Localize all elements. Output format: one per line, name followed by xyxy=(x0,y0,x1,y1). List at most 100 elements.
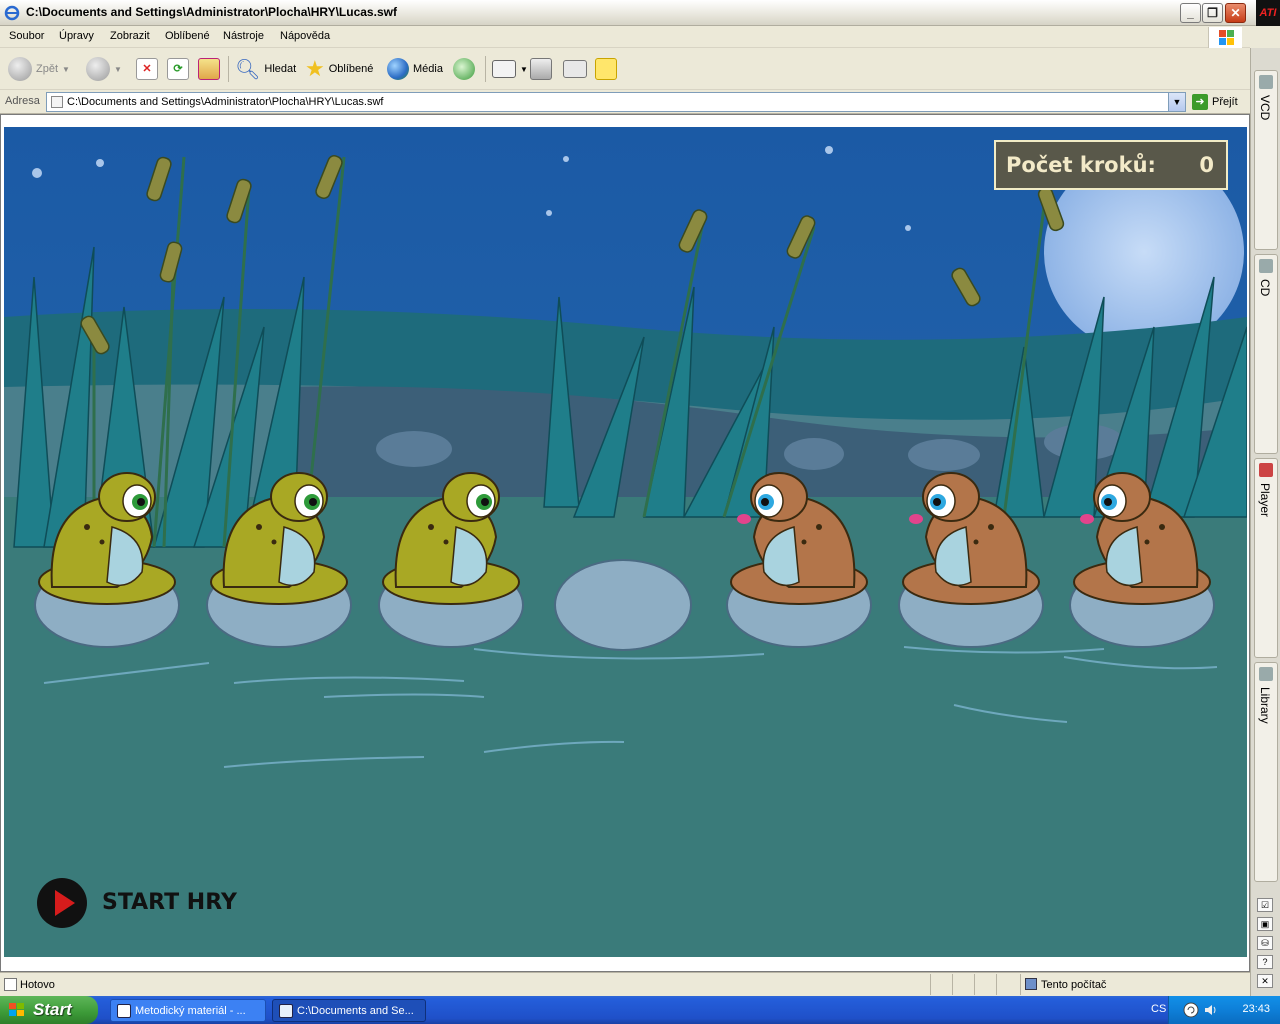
back-dropdown-icon[interactable]: ▼ xyxy=(62,65,70,74)
media-globe-icon xyxy=(387,58,409,80)
title-bar[interactable]: C:\Documents and Settings\Administrator\… xyxy=(0,0,1280,26)
sidebar-tab-label: VCD xyxy=(1258,95,1272,121)
messenger-button[interactable] xyxy=(595,56,617,82)
sidebar-tab-label: CD xyxy=(1258,279,1272,297)
taskbar-item-word[interactable]: Metodický materiál - ... xyxy=(110,999,266,1022)
menu-edit[interactable]: Úpravy xyxy=(59,30,94,42)
sidebar-help-icon[interactable]: ? xyxy=(1257,955,1273,969)
page-status-icon xyxy=(4,978,17,991)
refresh-button[interactable]: ⟳ xyxy=(167,56,189,82)
search-icon: 🔍︎ xyxy=(235,58,261,81)
status-pane xyxy=(996,974,1018,995)
maximize-button[interactable]: ❐ xyxy=(1202,3,1223,23)
home-icon xyxy=(198,58,220,80)
print-icon xyxy=(530,58,552,80)
word-icon xyxy=(117,1004,131,1018)
forward-dropdown-icon[interactable]: ▼ xyxy=(114,65,122,74)
vcd-icon xyxy=(1259,75,1273,89)
ati-logo: ATI xyxy=(1256,0,1280,26)
clock: 23:43 xyxy=(1242,1003,1270,1015)
play-icon xyxy=(37,878,87,928)
internet-explorer-icon xyxy=(279,1004,293,1018)
cd-icon xyxy=(1259,259,1273,273)
sidebar-check-icon[interactable]: ☑ xyxy=(1257,898,1273,912)
flash-game[interactable]: Počet kroků: 0 START HRY xyxy=(4,127,1247,957)
history-button[interactable] xyxy=(453,56,475,82)
search-label: Hledat xyxy=(264,63,297,75)
refresh-icon: ⟳ xyxy=(167,58,189,80)
menu-view[interactable]: Zobrazit xyxy=(110,30,150,42)
player-icon xyxy=(1259,463,1273,477)
volume-icon[interactable] xyxy=(1203,1002,1219,1018)
sidebar-close-icon[interactable]: ✕ xyxy=(1257,974,1273,988)
status-pane xyxy=(952,974,974,995)
standard-toolbar: Zpět ▼ ▼ ✕ ⟳ 🔍︎ Hledat ★ Oblíbené Média xyxy=(0,48,1250,90)
language-indicator[interactable]: CS xyxy=(1151,1003,1166,1015)
sidebar-tab-cd[interactable]: CD xyxy=(1254,254,1278,454)
go-label: Přejít xyxy=(1212,96,1238,108)
mail-button[interactable]: ▼ xyxy=(492,56,528,82)
close-button[interactable]: ✕ xyxy=(1225,3,1246,23)
sidebar-window-icon[interactable]: ▣ xyxy=(1257,917,1273,931)
toolbar-separator xyxy=(485,56,486,82)
computer-icon xyxy=(1025,978,1037,990)
status-text: Hotovo xyxy=(20,979,55,991)
sidebar-lock-icon[interactable]: ⛁ xyxy=(1257,936,1273,950)
windows-logo-icon xyxy=(1208,27,1242,49)
taskbar-item-label: C:\Documents and Se... xyxy=(297,1005,414,1017)
game-scene xyxy=(4,127,1247,957)
address-dropdown-icon[interactable]: ▼ xyxy=(1168,93,1185,111)
taskbar-item-label: Metodický materiál - ... xyxy=(135,1005,246,1017)
security-zone: Tento počítač xyxy=(1020,974,1250,995)
sidebar-tab-label: Library xyxy=(1258,687,1272,724)
menu-tools[interactable]: Nástroje xyxy=(223,30,264,42)
forward-button[interactable]: ▼ xyxy=(86,56,122,82)
menu-favorites[interactable]: Oblíbené xyxy=(165,30,210,42)
star-icon: ★ xyxy=(305,56,325,81)
go-button[interactable]: ➜ Přejít xyxy=(1192,92,1238,112)
print-button[interactable] xyxy=(530,56,552,82)
toolbar-separator xyxy=(228,56,229,82)
step-counter-value: 0 xyxy=(1199,153,1214,177)
search-button[interactable]: 🔍︎ Hledat xyxy=(235,56,296,82)
mail-dropdown-icon[interactable]: ▼ xyxy=(520,65,528,74)
media-button[interactable]: Média xyxy=(387,56,443,82)
back-button[interactable]: Zpět ▼ xyxy=(8,56,70,82)
address-bar: Adresa C:\Documents and Settings\Adminis… xyxy=(0,90,1250,114)
status-bar: Hotovo Tento počítač xyxy=(0,972,1250,996)
mail-icon xyxy=(492,60,516,78)
internet-explorer-icon xyxy=(4,5,20,21)
edit-icon xyxy=(563,60,587,78)
stop-icon: ✕ xyxy=(136,58,158,80)
edit-button[interactable] xyxy=(563,56,587,82)
sidebar-tab-library[interactable]: Library xyxy=(1254,662,1278,882)
address-input[interactable]: C:\Documents and Settings\Administrator\… xyxy=(46,92,1186,112)
menu-help[interactable]: Nápověda xyxy=(280,30,330,42)
sidebar-tab-player[interactable]: Player xyxy=(1254,458,1278,658)
minimize-button[interactable]: _ xyxy=(1180,3,1201,23)
menu-file[interactable]: Soubor xyxy=(9,30,44,42)
status-pane xyxy=(974,974,996,995)
windows-flag-icon xyxy=(9,1003,24,1016)
start-label: Start xyxy=(33,1000,72,1019)
home-button[interactable] xyxy=(198,56,220,82)
taskbar-item-browser[interactable]: C:\Documents and Se... xyxy=(272,999,426,1022)
start-button[interactable]: Start xyxy=(0,996,98,1024)
favorites-label: Oblíbené xyxy=(328,63,374,75)
safely-remove-icon[interactable] xyxy=(1183,1002,1199,1018)
address-label: Adresa xyxy=(5,95,40,107)
history-icon xyxy=(453,58,475,80)
sidebar-tab-vcd[interactable]: VCD xyxy=(1254,70,1278,250)
favorites-button[interactable]: ★ Oblíbené xyxy=(305,56,373,82)
stop-button[interactable]: ✕ xyxy=(136,56,158,82)
start-game-button[interactable]: START HRY xyxy=(36,877,237,929)
library-icon xyxy=(1259,667,1273,681)
taskbar: Start Metodický materiál - ... C:\Docume… xyxy=(0,996,1280,1024)
security-zone-label: Tento počítač xyxy=(1041,979,1107,991)
address-value: C:\Documents and Settings\Administrator\… xyxy=(67,96,384,108)
step-counter-label: Počet kroků: xyxy=(1006,153,1156,177)
content-area: Počet kroků: 0 START HRY xyxy=(0,114,1250,972)
page-icon xyxy=(51,96,63,108)
media-label: Média xyxy=(413,63,443,75)
status-pane xyxy=(930,974,952,995)
